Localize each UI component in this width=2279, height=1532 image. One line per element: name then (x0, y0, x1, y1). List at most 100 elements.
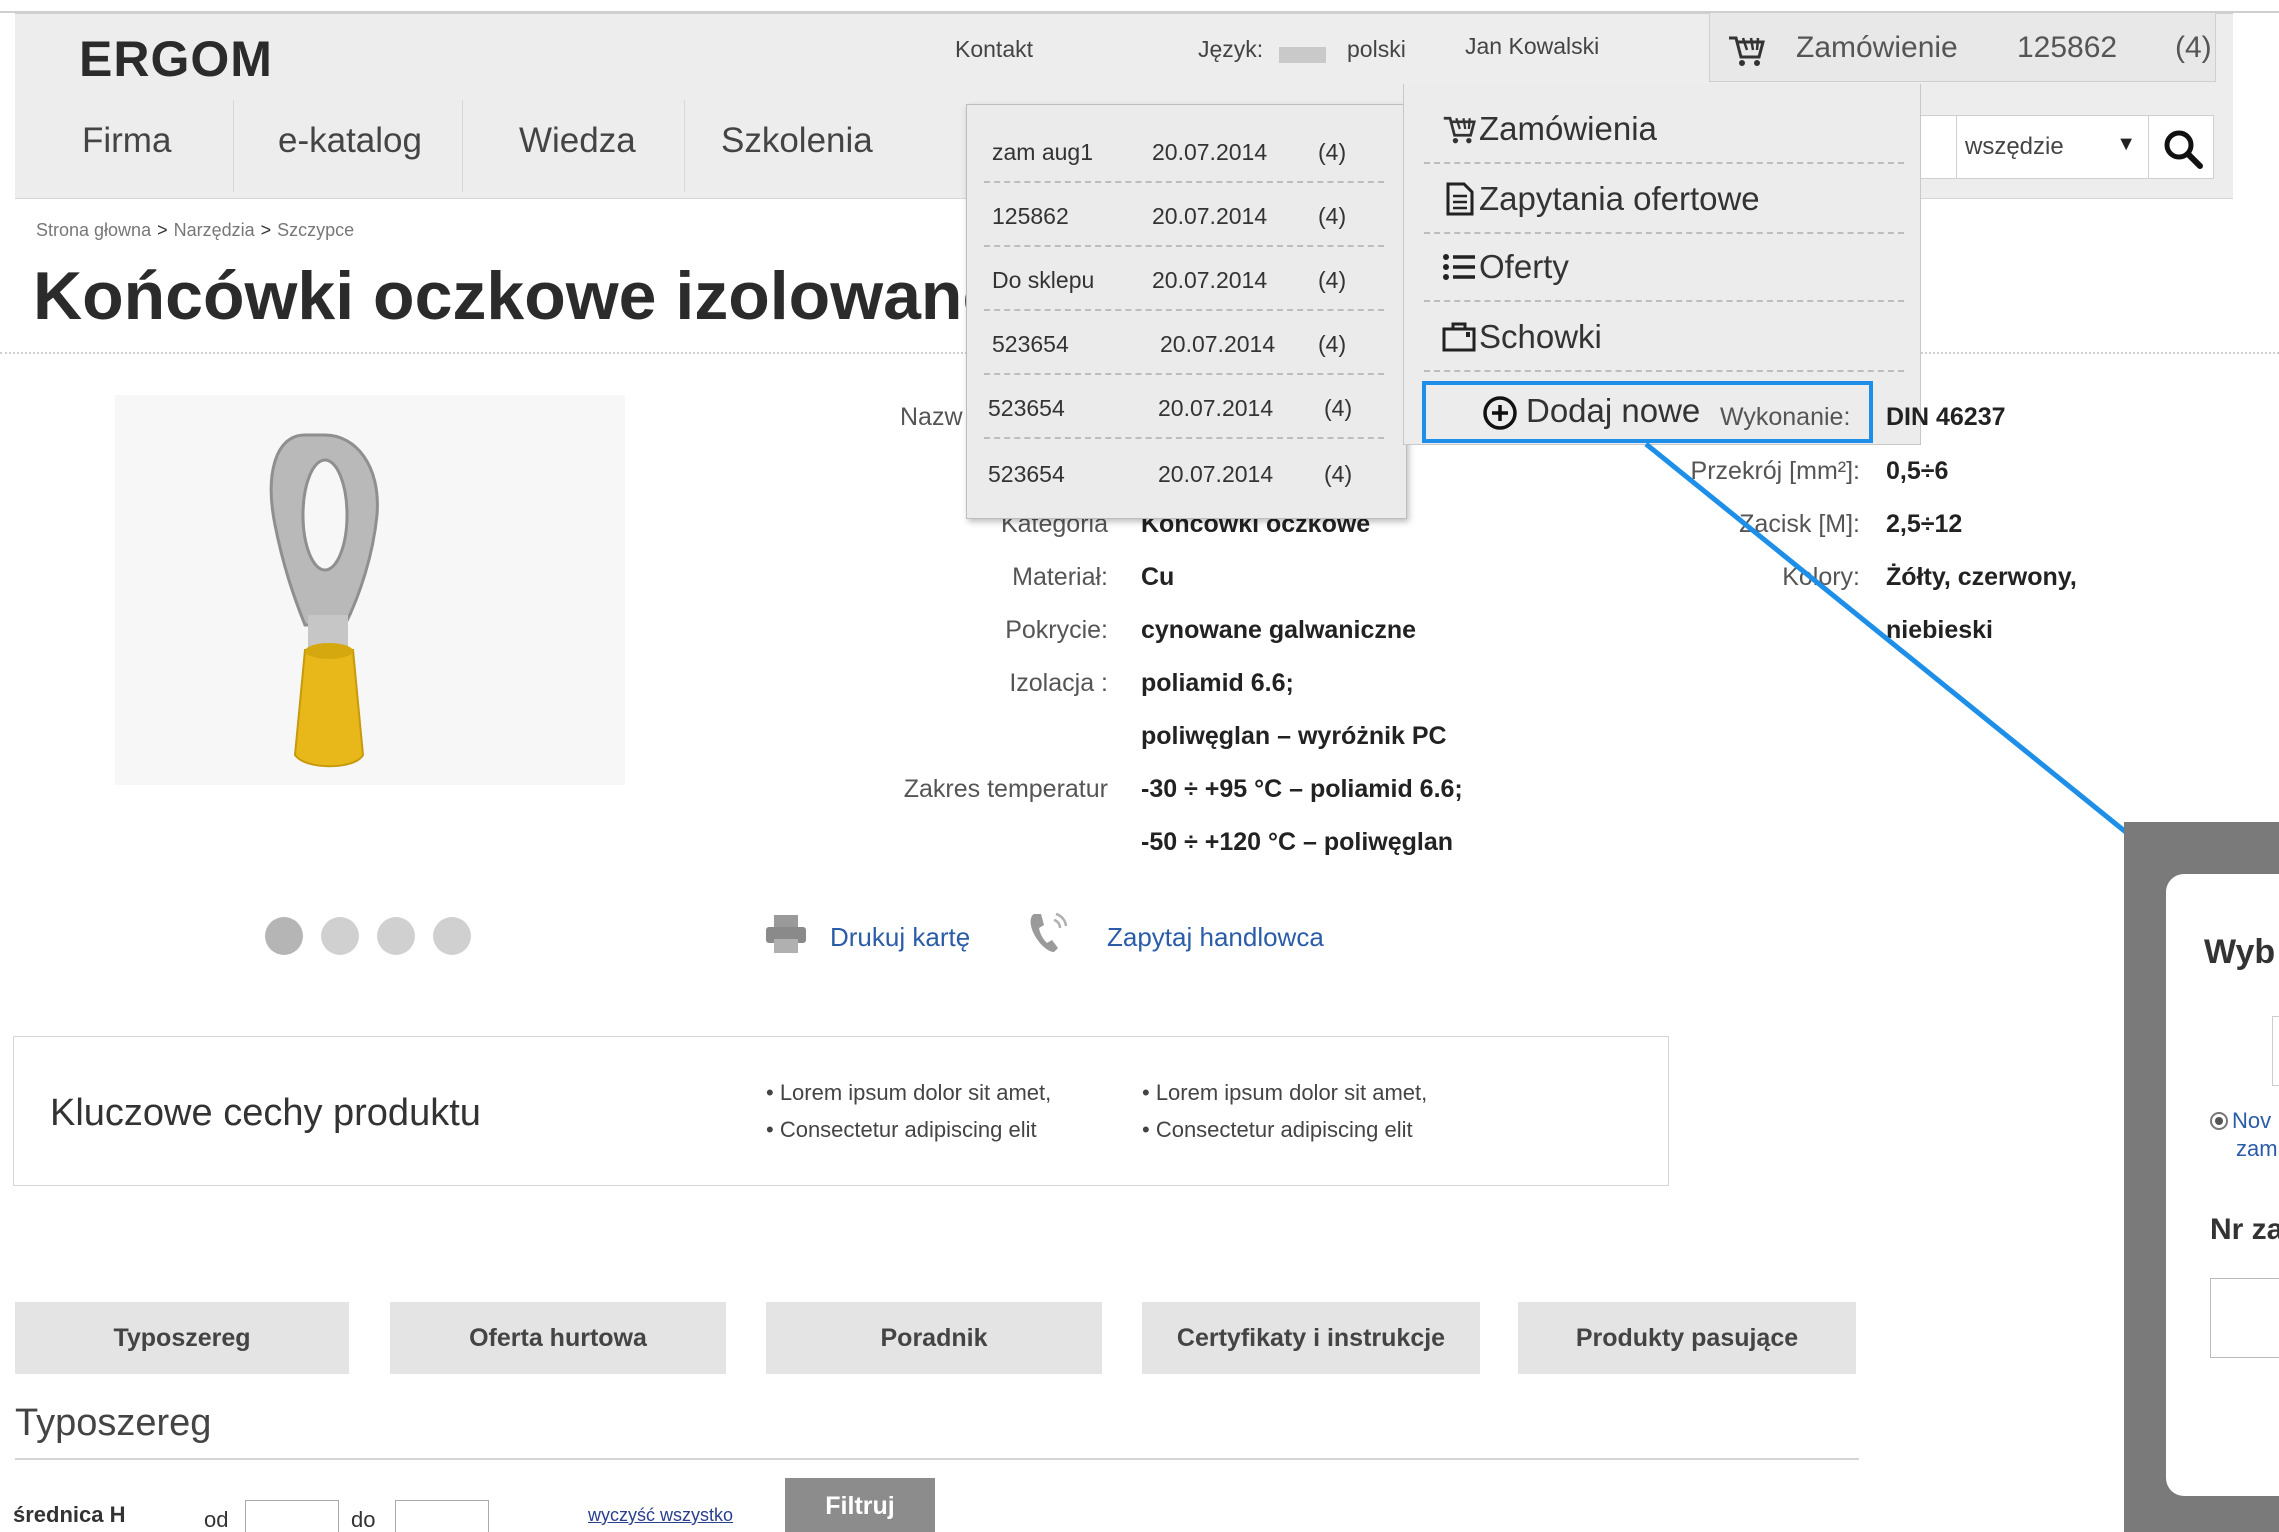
order-count: (4) (1318, 203, 1347, 229)
search-button[interactable] (2148, 115, 2214, 179)
feature-bullet: • Lorem ipsum dolor sit amet, (766, 1080, 1052, 1105)
key-features-box: Kluczowe cechy produktu • Lorem ipsum do… (13, 1036, 1669, 1186)
plus-circle-icon (1483, 396, 1517, 430)
print-card-link[interactable]: Drukuj kartę (830, 922, 970, 953)
order-list-item[interactable]: 523654 20.07.2014 (4) (984, 441, 1384, 505)
search-scope-value: wszędzie (1965, 133, 2064, 160)
image-carousel-dots (265, 917, 489, 960)
spec-label: Pokrycie: (1005, 616, 1108, 644)
from-label: od (204, 1507, 229, 1532)
order-count: (4) (1324, 461, 1353, 487)
spec-value: cynowane galwaniczne (1141, 616, 1417, 644)
radio-button[interactable] (2210, 1112, 2228, 1130)
annotation-arrow (1644, 442, 2166, 866)
order-list-item[interactable]: 125862 20.07.2014 (4) (984, 183, 1384, 247)
carousel-dot[interactable] (377, 917, 415, 955)
nav-item-firma[interactable]: Firma (37, 83, 216, 199)
menu-item-oferty[interactable]: Oferty (1424, 234, 1904, 302)
tab-oferta-hurtowa[interactable]: Oferta hurtowa (390, 1302, 726, 1374)
order-name: zam aug1 (992, 139, 1094, 165)
order-date: 20.07.2014 (1152, 203, 1268, 229)
spec-value: DIN 46237 (1886, 403, 2006, 431)
breadcrumb-item[interactable]: Szczypce (277, 220, 354, 240)
language-label: Język: (1198, 36, 1264, 62)
menu-item-label: Schowki (1479, 318, 1602, 355)
spec-value: -50 ÷ +120 °C – poliwęglan (1141, 828, 1454, 856)
contact-link[interactable]: Kontakt (955, 36, 1033, 63)
clear-all-link[interactable]: wyczyść wszystko (588, 1505, 733, 1526)
order-list-item[interactable]: zam aug1 20.07.2014 (4) (984, 119, 1384, 183)
filter-label: średnica H (13, 1502, 126, 1527)
spec-label: Wykonanie: (1720, 403, 1851, 431)
order-count: (4) (1318, 139, 1347, 165)
breadcrumb-item[interactable]: Strona głowna (36, 220, 151, 240)
printer-icon (766, 915, 806, 953)
order-list-item[interactable]: 523654 20.07.2014 (4) (984, 311, 1384, 375)
nav-item-szkolenia[interactable]: Szkolenia (676, 83, 918, 199)
add-new-label: Dodaj nowe (1526, 392, 1701, 429)
order-list-item[interactable]: Do sklepu 20.07.2014 (4) (984, 247, 1384, 311)
carousel-dot[interactable] (321, 917, 359, 955)
breadcrumb-item[interactable]: Narzędzia (174, 220, 255, 240)
feature-bullet: • Lorem ipsum dolor sit amet, (1142, 1080, 1428, 1105)
order-name: 523654 (988, 461, 1065, 487)
order-count: (4) (1318, 267, 1347, 293)
tab-produkty-pasujace[interactable]: Produkty pasujące (1518, 1302, 1856, 1374)
breadcrumb: Strona głowna > Narzędzia > Szczypce (36, 220, 355, 240)
menu-item-zapytania[interactable]: Zapytania ofertowe (1424, 166, 1904, 234)
order-number-label: Nr za (2210, 1213, 2279, 1246)
search-scope-select[interactable]: wszędzie ▼ (1956, 115, 2149, 179)
section-title: Typoszereg (15, 1402, 212, 1444)
key-features-title: Kluczowe cechy produktu (50, 1092, 481, 1134)
cart-icon (1443, 116, 1476, 144)
logo[interactable]: ERGOM (79, 30, 273, 88)
order-name: 125862 (992, 203, 1069, 229)
radio-label: Nov (2232, 1108, 2272, 1133)
order-name: Do sklepu (992, 267, 1095, 293)
order-count: (4) (1318, 331, 1347, 357)
product-image[interactable] (115, 395, 625, 785)
order-date: 20.07.2014 (1152, 267, 1268, 293)
carousel-dot[interactable] (433, 917, 471, 955)
order-date: 20.07.2014 (1152, 139, 1268, 165)
spec-label: Izolacja : (1009, 669, 1108, 697)
nav-item-wiedza[interactable]: Wiedza (474, 83, 681, 199)
menu-item-label: Zapytania ofertowe (1479, 180, 1760, 217)
order-name: 523654 (988, 395, 1065, 421)
radio-label: zam (2236, 1136, 2278, 1161)
nav-divider (462, 100, 463, 192)
menu-item-schowki[interactable]: Schowki (1424, 304, 1904, 372)
tab-poradnik[interactable]: Poradnik (766, 1302, 1102, 1374)
document-icon (1446, 182, 1474, 216)
diameter-to-input[interactable] (395, 1500, 489, 1532)
feature-bullet: • Consectetur adipiscing elit (766, 1117, 1037, 1142)
current-order-button[interactable]: Zamówienie 125862 (4) (1709, 12, 2216, 82)
cart-icon (1729, 36, 1765, 66)
page-title: Końcówki oczkowe izolowane (33, 258, 1001, 334)
user-name-link[interactable]: Jan Kowalski (1465, 33, 1599, 60)
order-number-input[interactable] (2210, 1278, 2279, 1358)
feature-bullet: • Consectetur adipiscing elit (1142, 1117, 1413, 1142)
flag-icon (1279, 47, 1326, 63)
spec-value: poliwęglan – wyróżnik PC (1141, 722, 1447, 750)
tab-typoszereg[interactable]: Typoszereg (15, 1302, 349, 1374)
menu-item-zamowienia[interactable]: Zamówienia (1424, 96, 1904, 164)
spec-value: -30 ÷ +95 °C – poliamid 6.6; (1141, 775, 1463, 803)
tab-certyfikaty[interactable]: Certyfikaty i instrukcje (1142, 1302, 1480, 1374)
nav-item-e-katalog[interactable]: e-katalog (233, 83, 467, 199)
order-date: 20.07.2014 (1160, 331, 1276, 357)
diameter-from-input[interactable] (245, 1500, 339, 1532)
order-count-badge: (4) (2175, 31, 2212, 64)
order-count: (4) (1324, 395, 1353, 421)
ask-sales-link[interactable]: Zapytaj handlowca (1107, 922, 1324, 953)
spec-value: Cu (1141, 563, 1175, 591)
filter-button[interactable]: Filtruj (785, 1478, 935, 1532)
divider (15, 1458, 1859, 1460)
language-select[interactable]: polski (1347, 36, 1406, 63)
order-name: 523654 (992, 331, 1069, 357)
modal-option-box[interactable] (2272, 1016, 2279, 1086)
carousel-dot[interactable] (265, 917, 303, 955)
select-arrow-icon: ▼ (2116, 133, 2136, 155)
order-list-item[interactable]: 523654 20.07.2014 (4) (984, 375, 1384, 439)
order-label: Zamówienie (1796, 31, 1958, 64)
